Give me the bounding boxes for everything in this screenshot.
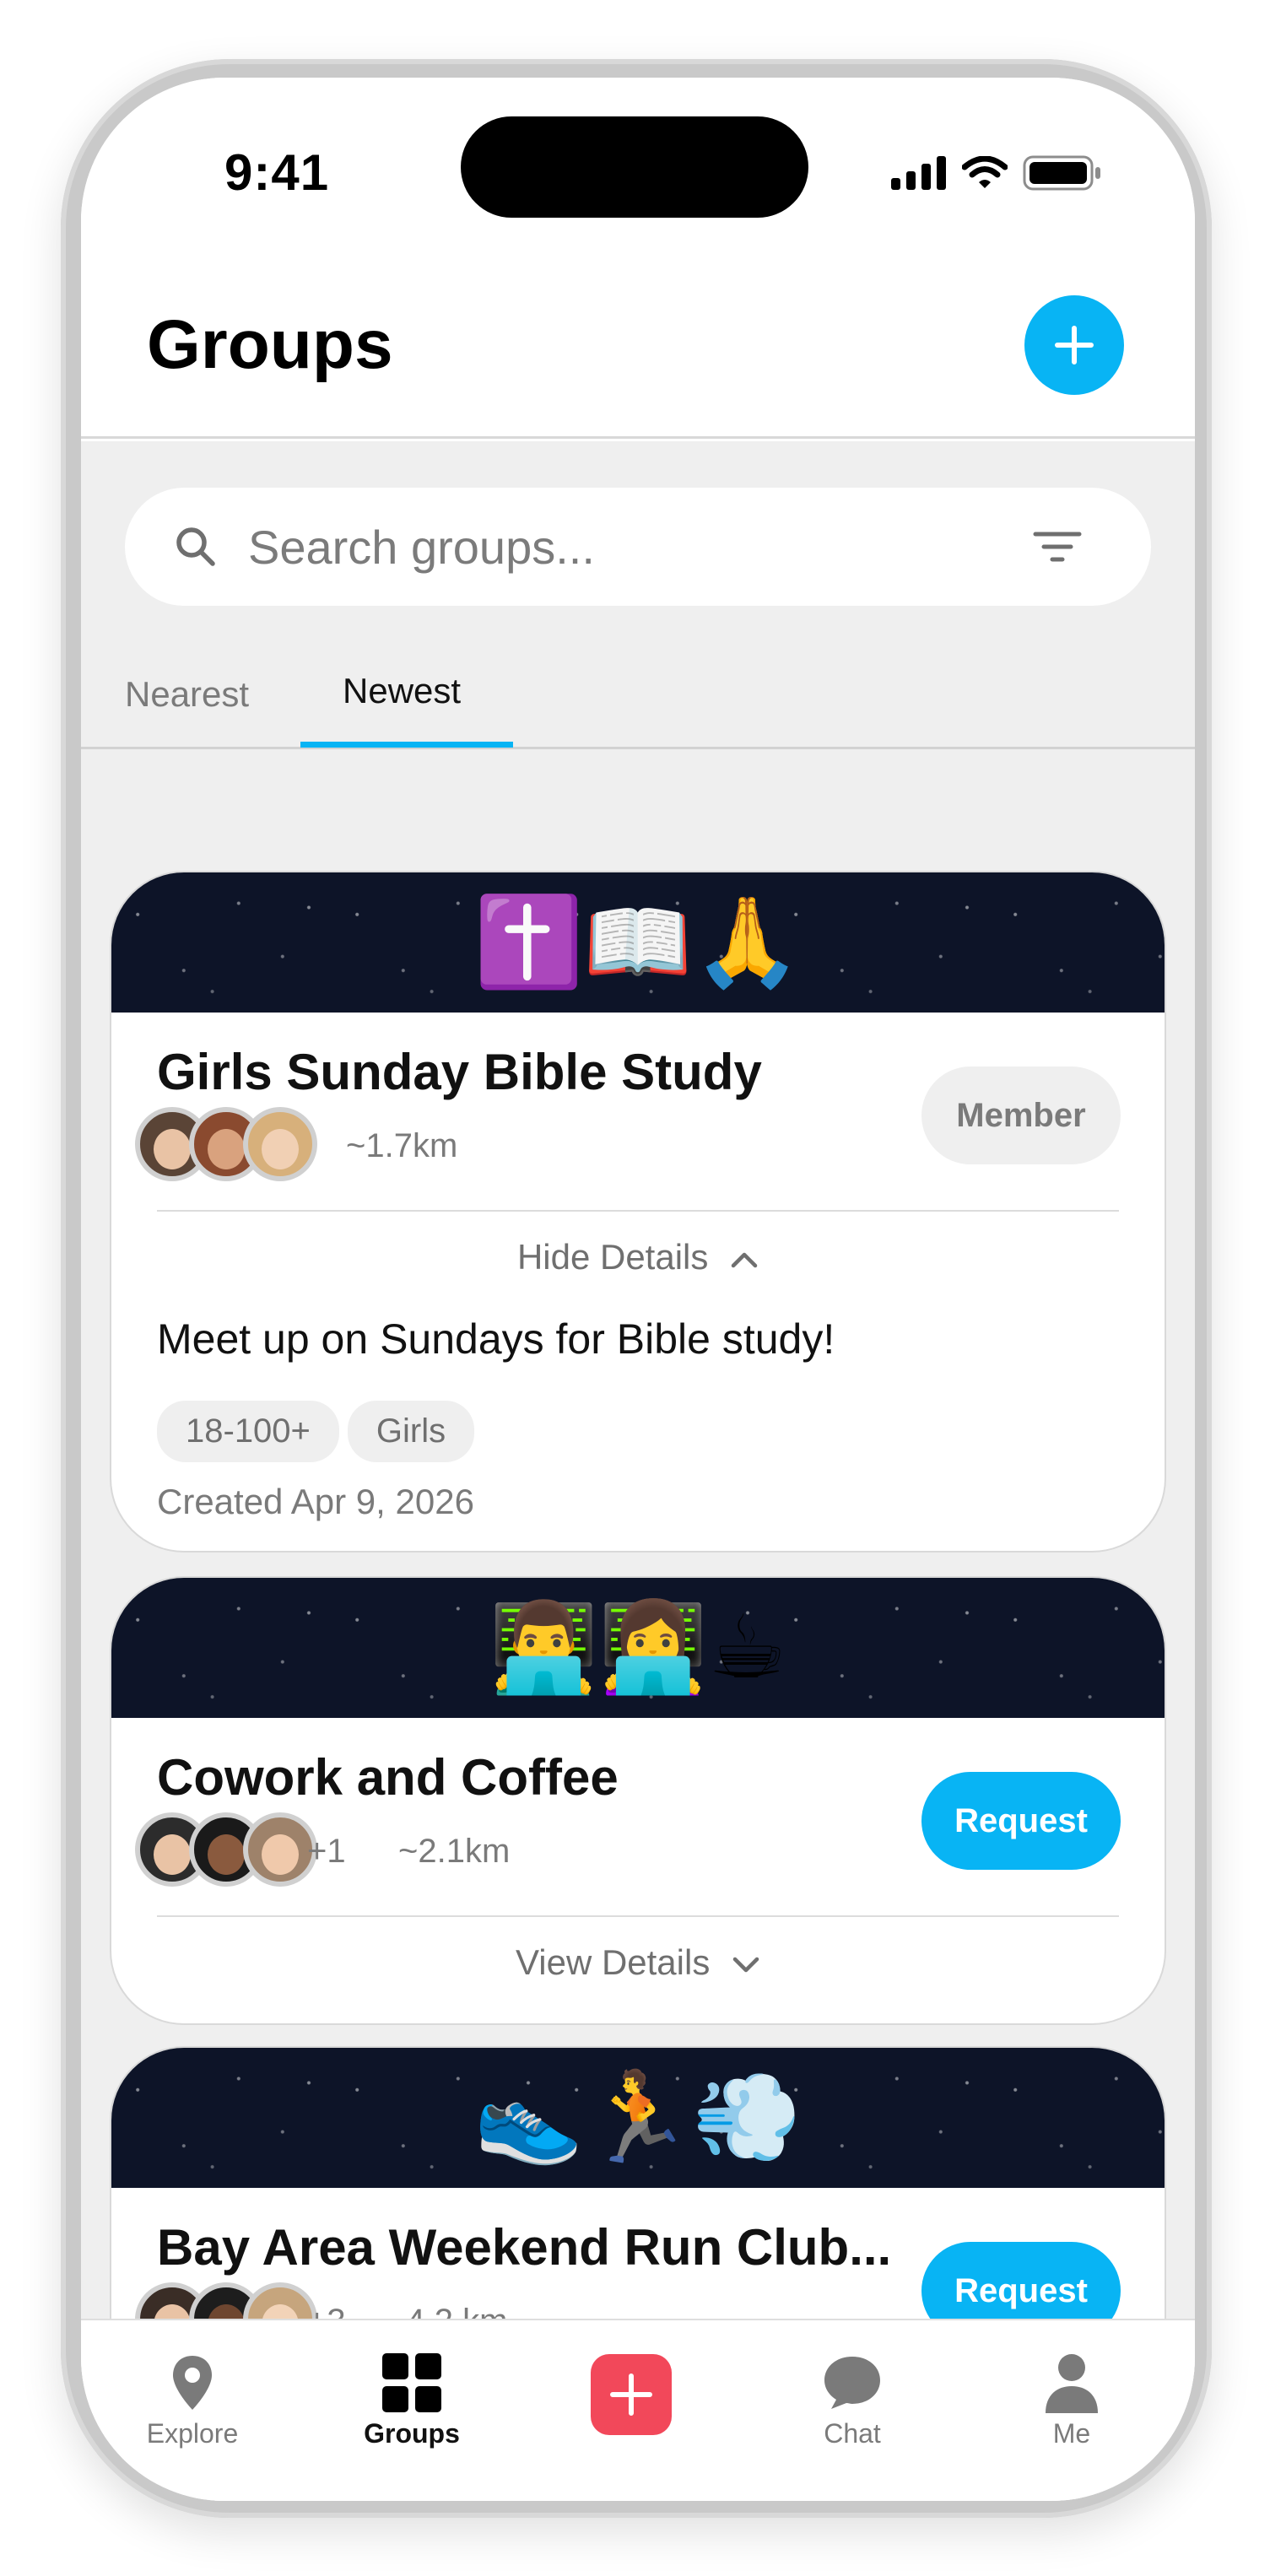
group-description: Meet up on Sundays for Bible study! — [157, 1315, 835, 1363]
chevron-up-icon — [731, 1252, 758, 1268]
group-title: Girls Sunday Bible Study — [157, 1044, 762, 1100]
active-tab-indicator — [300, 742, 513, 748]
group-banner: 👟🏃💨 — [111, 2048, 1165, 2188]
view-details-toggle[interactable]: View Details — [111, 1942, 1165, 1983]
nav-chat[interactable]: Chat — [768, 2351, 937, 2449]
cellular-signal-icon — [891, 156, 946, 190]
grid-icon — [382, 2353, 441, 2412]
nav-label: Groups — [364, 2418, 460, 2449]
group-banner: 👨‍💻👩‍💻☕ — [111, 1578, 1165, 1718]
tag-list: 18-100+ Girls — [157, 1401, 475, 1462]
group-distance: ~2.1km — [398, 1833, 511, 1870]
tab-nearest[interactable]: Nearest — [125, 674, 249, 715]
location-pin-icon — [173, 2356, 212, 2410]
plus-icon — [610, 2373, 652, 2416]
search-bar[interactable] — [125, 488, 1151, 606]
gender-tag: Girls — [347, 1401, 475, 1462]
details-toggle-label: View Details — [516, 1942, 711, 1982]
dynamic-island — [461, 116, 808, 218]
avatar — [243, 1812, 317, 1887]
create-button[interactable] — [591, 2354, 672, 2435]
status-time: 9:41 — [224, 144, 330, 201]
nav-label: Chat — [824, 2418, 881, 2449]
battery-icon — [1023, 155, 1100, 191]
member-avatars — [135, 1107, 317, 1181]
wifi-icon — [962, 156, 1008, 188]
filter-icon[interactable] — [1033, 530, 1082, 564]
group-banner: ✝️📖🙏 — [111, 872, 1165, 1013]
search-icon — [176, 527, 215, 566]
add-group-button[interactable] — [1024, 295, 1124, 395]
group-card[interactable]: ✝️📖🙏 Girls Sunday Bible Study ~1.7km Mem… — [111, 872, 1165, 1551]
divider — [157, 1915, 1119, 1917]
content: Nearest Newest ✝️📖🙏 Girls Sunday Bible S… — [81, 441, 1195, 2501]
member-status-button[interactable]: Member — [921, 1067, 1121, 1164]
group-distance: ~1.7km — [346, 1127, 458, 1164]
request-button[interactable]: Request — [921, 1772, 1121, 1870]
sort-tabs: Nearest Newest — [81, 644, 1195, 749]
group-title: Cowork and Coffee — [157, 1749, 619, 1806]
bottom-nav: Explore Groups Chat Me — [81, 2319, 1195, 2501]
header: 9:41 Groups — [81, 78, 1195, 439]
hide-details-toggle[interactable]: Hide Details — [111, 1237, 1165, 1277]
page-title: Groups — [147, 306, 393, 383]
group-card[interactable]: 👨‍💻👩‍💻☕ Cowork and Coffee +1 ~2.1km Requ… — [111, 1578, 1165, 2023]
nav-groups[interactable]: Groups — [327, 2351, 496, 2449]
group-title: Bay Area Weekend Run Club... — [157, 2219, 892, 2276]
tab-newest[interactable]: Newest — [343, 671, 461, 711]
divider — [157, 1210, 1119, 1212]
chevron-down-icon — [732, 1957, 759, 1973]
person-icon — [1046, 2354, 1098, 2413]
nav-label: Explore — [146, 2418, 239, 2449]
plus-icon — [1055, 326, 1094, 365]
chat-bubble-icon — [824, 2357, 880, 2409]
phone-screen: 9:41 Groups Search groups... Nearest New… — [81, 78, 1195, 2501]
member-avatars — [135, 1812, 317, 1887]
status-icons — [891, 155, 1102, 191]
avatar — [243, 1107, 317, 1181]
created-date: Created Apr 9, 2026 — [157, 1482, 474, 1521]
nav-label: Me — [1052, 2418, 1091, 2449]
search-input[interactable] — [248, 513, 1008, 581]
nav-explore[interactable]: Explore — [108, 2351, 277, 2449]
age-tag: 18-100+ — [157, 1401, 339, 1462]
nav-me[interactable]: Me — [987, 2351, 1156, 2449]
details-toggle-label: Hide Details — [516, 1237, 709, 1277]
extra-members-count: +1 — [307, 1833, 346, 1870]
